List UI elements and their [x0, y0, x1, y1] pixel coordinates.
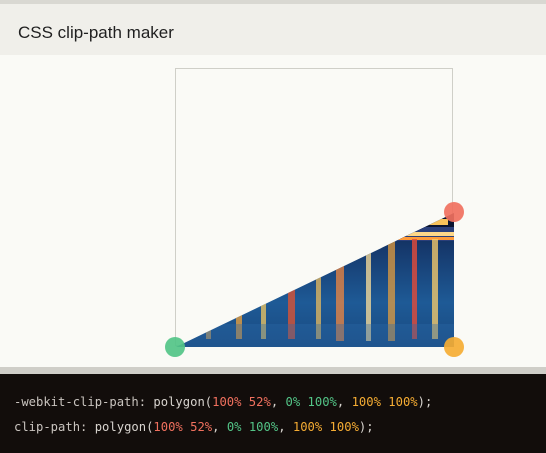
clip-point-2-handle[interactable]: [165, 337, 185, 357]
clip-point-1-handle[interactable]: [444, 202, 464, 222]
code-separator: ,: [270, 395, 279, 409]
code-function: polygon(: [94, 420, 154, 434]
night-harbor-photo: [176, 213, 454, 347]
code-point-2: 0% 100%: [226, 420, 279, 434]
code-end: );: [358, 420, 374, 434]
code-output-panel: -webkit-clip-path: polygon(100% 52%, 0% …: [0, 374, 546, 453]
code-point-1: 100% 52%: [212, 395, 271, 409]
code-property: clip-path:: [14, 420, 88, 434]
code-separator: ,: [278, 420, 286, 434]
code-point-3: 100% 100%: [292, 420, 359, 434]
code-point-3: 100% 100%: [351, 395, 418, 409]
code-end: );: [417, 395, 433, 409]
clip-canvas: [175, 68, 454, 347]
clip-point-3-handle[interactable]: [444, 337, 464, 357]
code-function: polygon(: [153, 395, 213, 409]
code-property: -webkit-clip-path:: [14, 395, 147, 409]
code-line-standard: clip-path: polygon(100% 52%, 0% 100%, 10…: [14, 419, 374, 435]
app-title: CSS clip-path maker: [18, 23, 174, 42]
clipped-image: [176, 213, 454, 347]
code-separator: ,: [212, 420, 220, 434]
code-point-2: 0% 100%: [285, 395, 337, 409]
app-header: CSS clip-path maker: [0, 4, 546, 55]
code-line-webkit: -webkit-clip-path: polygon(100% 52%, 0% …: [14, 394, 432, 410]
panel-divider: [0, 367, 546, 374]
code-point-1: 100% 52%: [153, 420, 213, 434]
code-separator: ,: [336, 395, 345, 409]
